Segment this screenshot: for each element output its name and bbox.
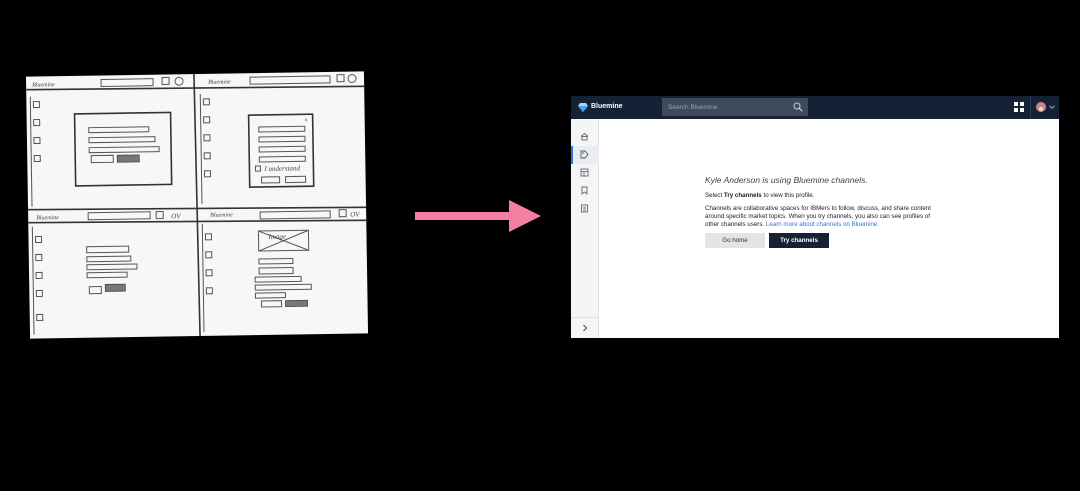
top-navigation-bar: Bluemine	[571, 96, 1059, 119]
app-grid-icon[interactable]	[1014, 102, 1024, 112]
channels-description: Channels are collaborative spaces for IB…	[705, 205, 931, 228]
sidebar-item-home[interactable]	[571, 128, 599, 146]
search-icon[interactable]	[793, 102, 803, 112]
left-sidebar	[571, 119, 599, 338]
wireframe-sketch: Bluemine Bluemine Bluemine OV Bluemine O…	[25, 71, 369, 339]
select-prefix: Select	[705, 192, 724, 199]
topbar-divider	[1030, 96, 1031, 119]
bluemine-app: Bluemine Search Bluemine Kyle Anderson i…	[571, 96, 1059, 338]
svg-text:Bluemine: Bluemine	[36, 215, 59, 221]
sidebar-item-channels[interactable]	[571, 146, 599, 164]
user-avatar[interactable]	[1036, 102, 1046, 112]
bookmark-icon	[581, 186, 588, 195]
brand-name[interactable]: Bluemine	[591, 102, 623, 112]
list-icon	[580, 168, 589, 177]
main-content: Kyle Anderson is using Bluemine channels…	[705, 175, 945, 249]
search-input[interactable]	[662, 98, 792, 116]
svg-text:Bluemine: Bluemine	[32, 82, 55, 88]
sidebar-expand-button[interactable]	[571, 318, 599, 338]
svg-text:OV: OV	[171, 212, 181, 220]
page-headline: Kyle Anderson is using Bluemine channels…	[705, 175, 868, 185]
svg-text:OV: OV	[350, 210, 360, 218]
learn-more-link[interactable]: Learn more about channels on Bluemine.	[766, 221, 879, 228]
action-buttons: Go home Try channels	[705, 233, 945, 249]
sidebar-item-bookmarks[interactable]	[571, 182, 599, 200]
select-suffix: to view this profile.	[761, 192, 815, 199]
chevron-right-icon	[583, 324, 588, 332]
svg-text:Bluemine: Bluemine	[210, 212, 233, 218]
select-bold: Try channels	[723, 192, 762, 199]
select-instruction: Select Try channels to view this profile…	[705, 191, 945, 200]
tag-icon	[580, 150, 589, 159]
chevron-down-icon[interactable]	[1049, 104, 1055, 110]
sidebar-item-list[interactable]	[571, 164, 599, 182]
search-box[interactable]	[662, 98, 808, 116]
sketch-checkbox-label: I understand	[263, 164, 300, 173]
sketch-image-label: Image	[267, 233, 286, 241]
try-channels-button[interactable]: Try channels	[769, 233, 829, 249]
document-icon	[581, 204, 588, 213]
sketch-drawing: Bluemine Bluemine Bluemine OV Bluemine O…	[26, 74, 367, 336]
transition-arrow	[415, 200, 541, 232]
go-home-button[interactable]: Go home	[705, 233, 765, 249]
svg-text:Bluemine: Bluemine	[208, 79, 231, 85]
sidebar-item-documents[interactable]	[571, 200, 599, 218]
diamond-logo-icon[interactable]	[578, 102, 588, 112]
svg-text:x: x	[304, 117, 308, 123]
home-icon	[580, 132, 589, 141]
